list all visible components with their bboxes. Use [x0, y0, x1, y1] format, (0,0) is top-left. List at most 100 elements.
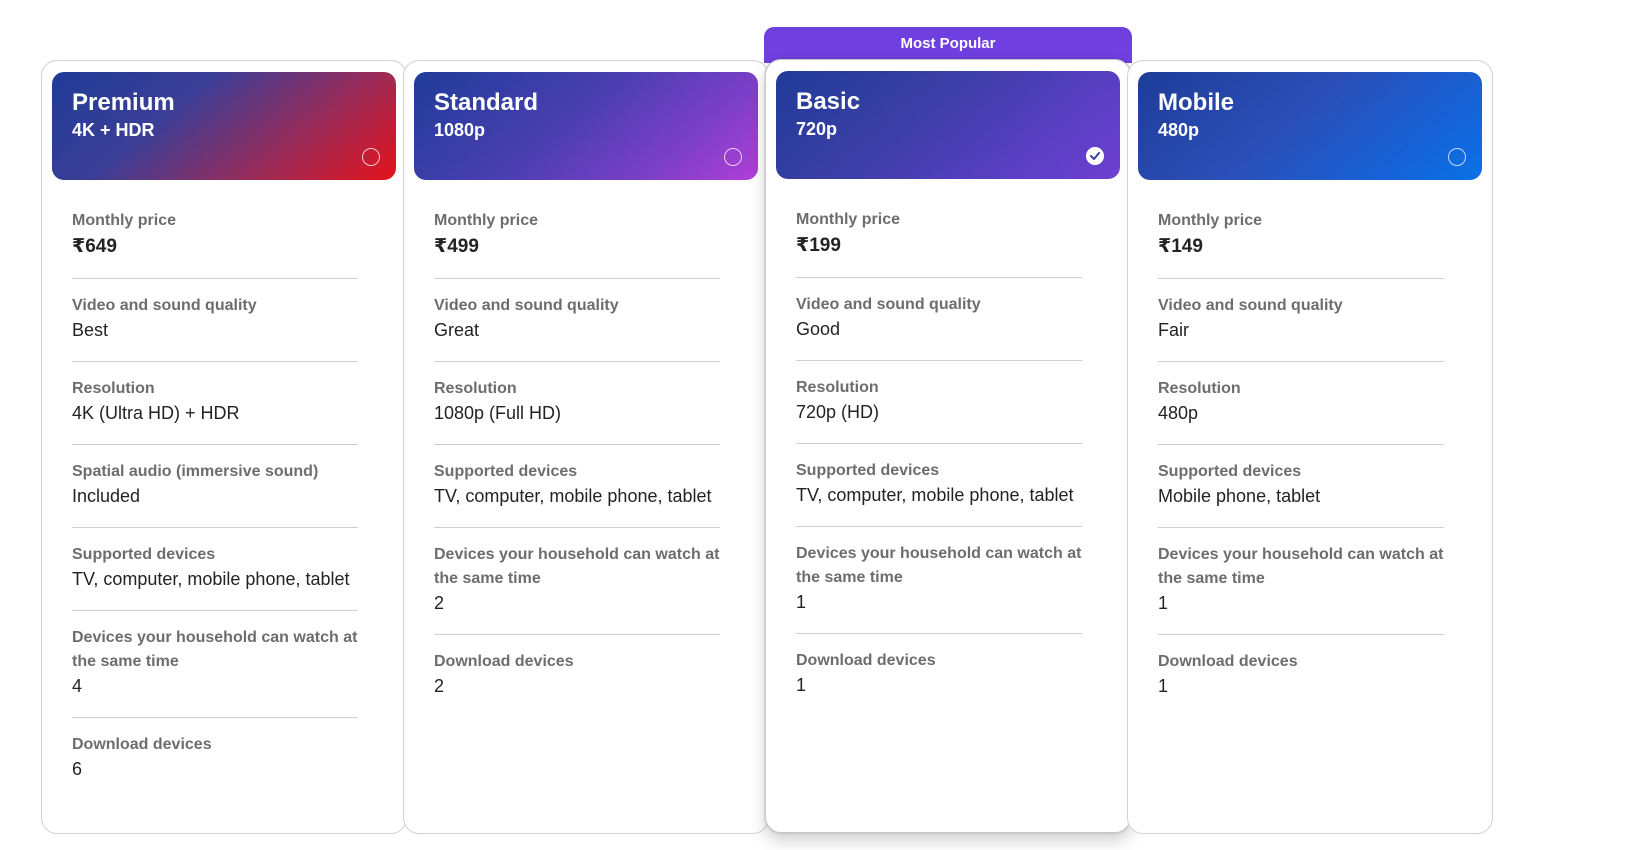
plan-name: Mobile — [1158, 89, 1234, 116]
feature-label: Monthly price — [1158, 212, 1263, 229]
plan-name: Basic — [796, 88, 861, 115]
plan-card-basic[interactable]: Basic 720p Monthly price ₹199 Video and … — [765, 59, 1131, 833]
feature-value: 1080p (Full HD) — [434, 403, 562, 423]
radio-checked-icon[interactable] — [1086, 147, 1104, 165]
feature-monthly-price: Monthly price ₹149 — [1158, 201, 1444, 279]
feature-value: 720p (HD) — [796, 402, 880, 422]
feature-monthly-price: Monthly price ₹199 — [796, 200, 1082, 278]
plan-name: Standard — [434, 89, 539, 116]
feature-label: Resolution — [796, 379, 879, 396]
feature-list: Monthly price ₹649 Video and sound quali… — [72, 201, 358, 807]
most-popular-badge: Most Popular — [764, 27, 1132, 63]
feature-value: 4 — [72, 676, 83, 696]
radio-unchecked-icon[interactable] — [362, 148, 380, 166]
feature-value: 6 — [72, 759, 83, 779]
feature-label: Download devices — [72, 736, 212, 753]
feature-value: 4K (Ultra HD) + HDR — [72, 403, 240, 423]
feature-value: Best — [72, 320, 109, 340]
feature-label: Supported devices — [434, 463, 578, 480]
feature-value: Fair — [1158, 320, 1189, 340]
feature-value: 1 — [796, 675, 807, 695]
plan-resolution: 480p — [1158, 120, 1200, 140]
feature-download-devices: Download devices 1 — [1158, 642, 1444, 717]
feature-label: Devices your household can watch at the … — [72, 629, 358, 670]
feature-label: Monthly price — [72, 212, 177, 229]
feature-label: Monthly price — [434, 212, 539, 229]
radio-unchecked-icon[interactable] — [724, 148, 742, 166]
feature-download-devices: Download devices 1 — [796, 641, 1082, 716]
feature-label: Devices your household can watch at the … — [1158, 546, 1444, 587]
feature-value: ₹499 — [434, 236, 479, 257]
feature-label: Spatial audio (immersive sound) — [72, 463, 319, 480]
feature-label: Video and sound quality — [434, 297, 619, 314]
feature-value: 2 — [434, 676, 445, 696]
feature-label: Supported devices — [72, 546, 216, 563]
feature-resolution: Resolution 480p — [1158, 369, 1444, 445]
plan-card-premium[interactable]: Premium 4K + HDR Monthly price ₹649 Vide… — [41, 60, 407, 834]
feature-label: Supported devices — [796, 462, 940, 479]
feature-supported-devices: Supported devices TV, computer, mobile p… — [434, 452, 720, 528]
feature-spatial-audio: Spatial audio (immersive sound) Included — [72, 452, 358, 528]
feature-label: Download devices — [1158, 653, 1298, 670]
plan-resolution: 4K + HDR — [72, 120, 155, 140]
feature-download-devices: Download devices 2 — [434, 642, 720, 717]
feature-supported-devices: Supported devices Mobile phone, tablet — [1158, 452, 1444, 528]
feature-label: Resolution — [72, 380, 155, 397]
plan-card-standard[interactable]: Standard 1080p Monthly price ₹499 Video … — [403, 60, 769, 834]
feature-simultaneous-streams: Devices your household can watch at the … — [796, 534, 1082, 634]
feature-download-devices: Download devices 6 — [72, 725, 358, 800]
feature-label: Monthly price — [796, 211, 901, 228]
feature-label: Devices your household can watch at the … — [796, 545, 1082, 586]
feature-label: Resolution — [1158, 380, 1241, 397]
plan-header-standard[interactable]: Standard 1080p — [414, 72, 758, 180]
feature-monthly-price: Monthly price ₹649 — [72, 201, 358, 279]
feature-label: Video and sound quality — [796, 296, 981, 313]
plan-header-mobile[interactable]: Mobile 480p — [1138, 72, 1482, 180]
plan-header-premium[interactable]: Premium 4K + HDR — [52, 72, 396, 180]
feature-resolution: Resolution 4K (Ultra HD) + HDR — [72, 369, 358, 445]
feature-value: ₹649 — [72, 236, 117, 257]
feature-label: Devices your household can watch at the … — [434, 546, 720, 587]
feature-value: TV, computer, mobile phone, tablet — [796, 485, 1074, 505]
feature-video-quality: Video and sound quality Great — [434, 286, 720, 362]
feature-value: Great — [434, 320, 480, 340]
feature-value: TV, computer, mobile phone, tablet — [72, 569, 350, 589]
checkmark-icon — [1090, 152, 1100, 160]
plan-selector: Premium 4K + HDR Monthly price ₹649 Vide… — [0, 0, 1647, 850]
feature-label: Download devices — [434, 653, 574, 670]
feature-value: 1 — [1158, 676, 1169, 696]
feature-value: Good — [796, 319, 841, 339]
feature-resolution: Resolution 720p (HD) — [796, 368, 1082, 444]
plan-resolution: 1080p — [434, 120, 486, 140]
feature-video-quality: Video and sound quality Good — [796, 285, 1082, 361]
feature-simultaneous-streams: Devices your household can watch at the … — [72, 618, 358, 718]
feature-video-quality: Video and sound quality Fair — [1158, 286, 1444, 362]
feature-simultaneous-streams: Devices your household can watch at the … — [434, 535, 720, 635]
plan-card-mobile[interactable]: Mobile 480p Monthly price ₹149 Video and… — [1127, 60, 1493, 834]
feature-value: 1 — [796, 592, 807, 612]
radio-unchecked-icon[interactable] — [1448, 148, 1466, 166]
feature-label: Download devices — [796, 652, 936, 669]
feature-list: Monthly price ₹199 Video and sound quali… — [796, 200, 1082, 723]
feature-label: Supported devices — [1158, 463, 1302, 480]
feature-list: Monthly price ₹149 Video and sound quali… — [1158, 201, 1444, 724]
feature-video-quality: Video and sound quality Best — [72, 286, 358, 362]
feature-resolution: Resolution 1080p (Full HD) — [434, 369, 720, 445]
feature-value: Mobile phone, tablet — [1158, 486, 1321, 506]
feature-value: 2 — [434, 593, 445, 613]
feature-monthly-price: Monthly price ₹499 — [434, 201, 720, 279]
plan-name: Premium — [72, 89, 175, 116]
feature-list: Monthly price ₹499 Video and sound quali… — [434, 201, 720, 724]
feature-value: ₹149 — [1158, 236, 1203, 257]
feature-supported-devices: Supported devices TV, computer, mobile p… — [72, 535, 358, 611]
plan-resolution: 720p — [796, 119, 838, 139]
feature-simultaneous-streams: Devices your household can watch at the … — [1158, 535, 1444, 635]
plan-header-basic[interactable]: Basic 720p — [776, 71, 1120, 179]
feature-value: Included — [72, 486, 141, 506]
feature-label: Video and sound quality — [72, 297, 257, 314]
feature-value: 480p — [1158, 403, 1199, 423]
feature-supported-devices: Supported devices TV, computer, mobile p… — [796, 451, 1082, 527]
feature-label: Resolution — [434, 380, 517, 397]
feature-label: Video and sound quality — [1158, 297, 1343, 314]
feature-value: TV, computer, mobile phone, tablet — [434, 486, 712, 506]
